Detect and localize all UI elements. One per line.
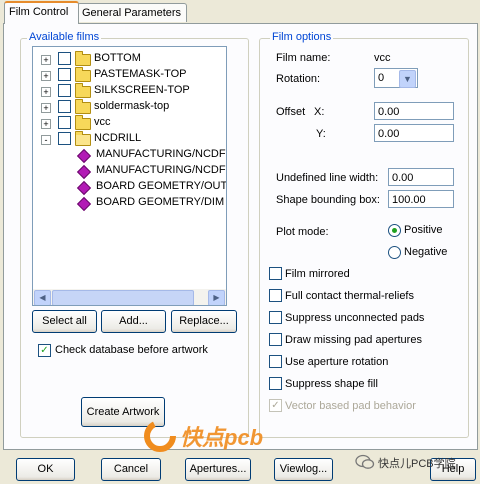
film-mirrored-checkbox[interactable] xyxy=(269,267,282,280)
scroll-thumb[interactable] xyxy=(52,290,194,305)
tree-item-label[interactable]: vcc xyxy=(94,114,111,130)
full-contact-thermal-reliefs-checkbox[interactable] xyxy=(269,289,282,302)
offset-y-label: Y: xyxy=(316,128,326,140)
rotation-select[interactable]: 0 ▼ xyxy=(374,68,418,88)
wechat-icon xyxy=(355,454,375,469)
undefined-line-width-label: Undefined line width: xyxy=(276,172,379,184)
tab-strip: Film Control General Parameters xyxy=(0,0,480,24)
watermark-logo-icon xyxy=(144,420,176,452)
expand-icon[interactable]: + xyxy=(41,55,51,65)
plot-mode-negative-radio[interactable] xyxy=(388,246,401,259)
layer-icon xyxy=(76,196,92,212)
watermark-caption: 快点儿PCB学院 xyxy=(378,458,456,470)
tree-item-label[interactable]: SILKSCREEN-TOP xyxy=(94,82,190,98)
expand-icon[interactable]: + xyxy=(41,71,51,81)
layer-icon xyxy=(76,180,92,196)
use-aperture-rotation-label: Use aperture rotation xyxy=(285,356,389,368)
open-folder-icon xyxy=(75,131,91,146)
replace-button[interactable]: Replace... xyxy=(171,310,237,333)
folder-icon xyxy=(75,99,91,114)
undefined-line-width-input[interactable]: 0.00 xyxy=(388,168,454,186)
film-checkbox[interactable] xyxy=(58,100,71,113)
film-checkbox[interactable] xyxy=(58,52,71,65)
draw-missing-pad-apertures-label: Draw missing pad apertures xyxy=(285,334,422,346)
tab-general-parameters[interactable]: General Parameters xyxy=(77,3,187,22)
film-name-value: vcc xyxy=(374,52,391,64)
full-contact-thermal-reliefs-label: Full contact thermal-reliefs xyxy=(285,290,414,302)
draw-missing-pad-apertures-checkbox[interactable] xyxy=(269,333,282,346)
folder-icon xyxy=(75,67,91,82)
film-name-label: Film name: xyxy=(276,52,331,64)
ok-button[interactable]: OK xyxy=(16,458,75,481)
film-checkbox[interactable] xyxy=(58,116,71,129)
check-database-checkbox[interactable]: ✓ xyxy=(38,344,51,357)
plot-mode-positive-label: Positive xyxy=(404,224,443,236)
layer-icon xyxy=(76,148,92,164)
watermark-text: 快点pcb xyxy=(180,425,264,450)
tree-item-label[interactable]: NCDRILL xyxy=(94,130,141,146)
cancel-button[interactable]: Cancel xyxy=(101,458,161,481)
shape-bounding-box-input[interactable]: 100.00 xyxy=(388,190,454,208)
horizontal-scrollbar[interactable]: ◀ ▶ xyxy=(33,289,226,305)
tree-item-label[interactable]: BOARD GEOMETRY/DIM xyxy=(96,194,224,210)
use-aperture-rotation-checkbox[interactable] xyxy=(269,355,282,368)
folder-icon xyxy=(75,51,91,66)
film-options-title: Film options xyxy=(270,31,334,43)
offset-y-input[interactable]: 0.00 xyxy=(374,124,454,142)
viewlog-button[interactable]: Viewlog... xyxy=(274,458,333,481)
layer-icon xyxy=(76,164,92,180)
check-database-label: Check database before artwork xyxy=(55,344,208,356)
tree-item-label[interactable]: MANUFACTURING/NCDF xyxy=(96,146,226,162)
suppress-shape-fill-checkbox[interactable] xyxy=(269,377,282,390)
available-films-title: Available films xyxy=(27,31,102,43)
tree-item-label[interactable]: BOARD GEOMETRY/OUT xyxy=(96,178,226,194)
offset-label: Offset xyxy=(276,106,306,118)
rotation-label: Rotation: xyxy=(276,73,321,85)
vector-based-pad-behavior-label: Vector based pad behavior xyxy=(285,400,416,412)
shape-bounding-box-label: Shape bounding box: xyxy=(276,194,380,206)
tree-item-label[interactable]: PASTEMASK-TOP xyxy=(94,66,187,82)
suppress-shape-fill-label: Suppress shape fill xyxy=(285,378,378,390)
suppress-unconnected-pads-label: Suppress unconnected pads xyxy=(285,312,425,324)
tree-item-label[interactable]: soldermask-top xyxy=(94,98,169,114)
film-checkbox[interactable] xyxy=(58,68,71,81)
plot-mode-positive-radio[interactable] xyxy=(388,224,401,237)
plot-mode-label: Plot mode: xyxy=(276,226,329,238)
select-all-button[interactable]: Select all xyxy=(32,310,97,333)
expand-icon[interactable]: + xyxy=(41,119,51,129)
vector-based-pad-behavior-checkbox: ✓ xyxy=(269,399,282,412)
tree-item-label[interactable]: BOTTOM xyxy=(94,50,141,66)
scroll-left-icon[interactable]: ◀ xyxy=(34,290,51,305)
tree-item-label[interactable]: MANUFACTURING/NCDF xyxy=(96,162,226,178)
tab-film-control[interactable]: Film Control xyxy=(4,1,79,24)
folder-icon xyxy=(75,83,91,98)
plot-mode-negative-label: Negative xyxy=(404,246,448,258)
expand-icon[interactable]: + xyxy=(41,87,51,97)
radio-selected-dot xyxy=(392,228,397,233)
film-checkbox[interactable] xyxy=(58,132,71,145)
suppress-unconnected-pads-checkbox[interactable] xyxy=(269,311,282,324)
scroll-right-icon[interactable]: ▶ xyxy=(208,290,225,305)
chevron-down-icon[interactable]: ▼ xyxy=(399,70,416,88)
films-tree[interactable]: + BOTTOM + PASTEMASK-TOP + SILKSCREEN-TO… xyxy=(32,46,227,306)
film-mirrored-label: Film mirrored xyxy=(285,268,350,280)
add-button[interactable]: Add... xyxy=(101,310,166,333)
expand-icon[interactable]: + xyxy=(41,103,51,113)
rotation-value: 0 xyxy=(378,72,385,84)
folder-icon xyxy=(75,115,91,130)
offset-x-label: X: xyxy=(314,106,325,118)
film-checkbox[interactable] xyxy=(58,84,71,97)
offset-x-input[interactable]: 0.00 xyxy=(374,102,454,120)
apertures-button[interactable]: Apertures... xyxy=(185,458,251,481)
collapse-icon[interactable]: - xyxy=(41,135,51,145)
